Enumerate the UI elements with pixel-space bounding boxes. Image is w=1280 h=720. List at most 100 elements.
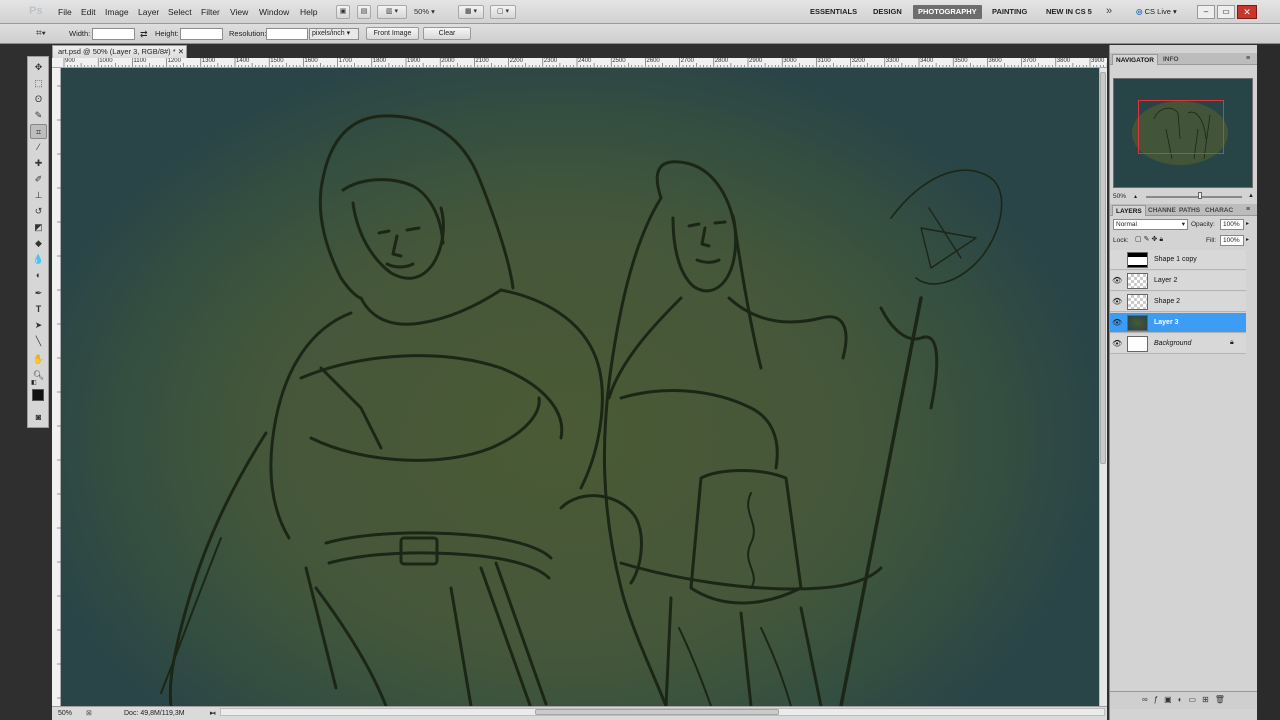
fill-dropdown-icon[interactable]: ▸ xyxy=(1246,235,1249,245)
document-canvas[interactable] xyxy=(61,68,1099,706)
document-tab-close-icon[interactable]: ✕ xyxy=(178,47,184,56)
width-input[interactable] xyxy=(92,28,135,40)
workspace-essentials[interactable]: ESSENTIALS xyxy=(805,5,862,19)
layer-name[interactable]: Shape 2 xyxy=(1154,297,1180,307)
navigator-view-box[interactable] xyxy=(1138,100,1224,154)
eraser-tool-icon[interactable]: ◩ xyxy=(30,220,47,235)
mini-bridge-icon[interactable]: ▤ xyxy=(357,5,371,19)
workspace-painting[interactable]: PAINTING xyxy=(987,5,1032,19)
tool-preset-crop-icon[interactable]: ⌗▾ xyxy=(36,27,58,41)
front-image-button[interactable]: Front Image xyxy=(366,27,419,40)
status-zoom[interactable]: 50% xyxy=(58,709,72,719)
default-colors-icon[interactable]: ◧ xyxy=(31,380,37,386)
clear-button[interactable]: Clear xyxy=(423,27,471,40)
workspace-new-in-cs5[interactable]: NEW IN CS 5 xyxy=(1041,5,1097,19)
foreground-color-swatch[interactable] xyxy=(32,389,44,401)
resolution-input[interactable] xyxy=(266,28,308,40)
tab-layers[interactable]: LAYERS xyxy=(1112,205,1146,216)
pen-tool-icon[interactable]: ✒ xyxy=(30,286,47,301)
maximize-button[interactable]: ▭ xyxy=(1217,5,1235,19)
healing-brush-tool-icon[interactable]: ✚ xyxy=(30,156,47,171)
menu-filter[interactable]: Filter xyxy=(201,6,220,18)
navigator-zoom-in-icon[interactable]: ▲ xyxy=(1248,193,1255,200)
history-brush-tool-icon[interactable]: ↺ xyxy=(30,204,47,219)
brush-tool-icon[interactable]: ✐ xyxy=(30,172,47,187)
ruler-label: 1400 xyxy=(236,58,250,64)
quick-mask-icon[interactable]: ◙ xyxy=(30,410,47,425)
dodge-tool-icon[interactable]: ◐ xyxy=(30,268,47,283)
menu-edit[interactable]: Edit xyxy=(81,6,96,18)
fill-input[interactable]: 100% xyxy=(1220,235,1244,246)
tab-channels[interactable]: CHANNE xyxy=(1145,205,1179,216)
height-input[interactable] xyxy=(180,28,223,40)
swap-dimensions-icon[interactable]: ⇄ xyxy=(140,28,148,40)
layer-name[interactable]: Background xyxy=(1154,339,1191,349)
zoom-level-dropdown[interactable]: 50% ▾ xyxy=(414,6,452,18)
layer-name[interactable]: Shape 1 copy xyxy=(1154,255,1197,265)
eyedropper-tool-icon[interactable]: ⁄ xyxy=(30,140,47,155)
tab-info[interactable]: INFO xyxy=(1160,54,1182,65)
cs-live-button[interactable]: ◎ CS Live ▾ xyxy=(1136,5,1188,19)
opacity-input[interactable]: 100% xyxy=(1220,219,1244,230)
lock-icons[interactable]: ▢✎✥🔒︎ xyxy=(1135,235,1165,245)
navigator-zoom-out-icon[interactable]: ▴ xyxy=(1134,194,1140,200)
close-button[interactable]: ✕ xyxy=(1237,5,1257,19)
marquee-tool-icon[interactable]: ⬚ xyxy=(30,76,47,91)
workspace-more-icon[interactable]: » xyxy=(1106,5,1112,17)
quick-selection-tool-icon[interactable]: ✎ xyxy=(30,108,47,123)
menu-view[interactable]: View xyxy=(230,6,248,18)
menu-layer[interactable]: Layer xyxy=(138,6,159,18)
screen-mode-dropdown[interactable]: ▢ ▾ xyxy=(490,5,516,19)
menu-help[interactable]: Help xyxy=(300,6,317,18)
bridge-icon[interactable]: ▣ xyxy=(336,5,350,19)
move-tool-icon[interactable]: ✥ xyxy=(30,60,47,75)
resolution-label: Resolution: xyxy=(229,29,267,38)
layer-row-background[interactable]: 👁︎ Background 🔒︎ xyxy=(1110,334,1246,354)
eye-icon[interactable]: 👁︎ xyxy=(1112,296,1122,307)
minimize-button[interactable]: – xyxy=(1197,5,1215,19)
menu-window[interactable]: Window xyxy=(259,6,289,18)
eye-icon[interactable]: 👁︎ xyxy=(1112,338,1122,349)
navigator-panel-menu-icon[interactable]: ≡ xyxy=(1246,54,1250,64)
eye-icon[interactable]: 👁︎ xyxy=(1112,275,1122,286)
blend-mode-select[interactable]: Normal ▾ xyxy=(1113,219,1188,230)
menu-file[interactable]: File xyxy=(58,6,72,18)
type-tool-icon[interactable]: T xyxy=(30,302,47,317)
opacity-dropdown-icon[interactable]: ▸ xyxy=(1246,219,1249,229)
layer-row-layer-3[interactable]: 👁︎ Layer 3 xyxy=(1110,313,1246,333)
blur-tool-icon[interactable]: 💧 xyxy=(30,252,47,267)
layer-row-shape-1-copy[interactable]: Shape 1 copy xyxy=(1110,250,1246,270)
extras-dropdown[interactable]: ▥ ▾ xyxy=(377,5,407,19)
navigator-zoom-slider[interactable] xyxy=(1146,196,1242,198)
tab-paths[interactable]: PATHS xyxy=(1176,205,1203,216)
navigator-zoom[interactable]: 50% xyxy=(1113,193,1126,201)
menu-select[interactable]: Select xyxy=(168,6,192,18)
tab-navigator[interactable]: NAVIGATOR xyxy=(1112,54,1158,65)
horizontal-scroll-thumb[interactable] xyxy=(535,709,779,715)
layer-name[interactable]: Layer 2 xyxy=(1154,276,1177,286)
navigator-zoom-slider-handle[interactable] xyxy=(1198,192,1202,199)
clone-stamp-tool-icon[interactable]: ⊥ xyxy=(30,188,47,203)
layer-row-layer-2[interactable]: 👁︎ Layer 2 xyxy=(1110,271,1246,291)
hand-tool-icon[interactable]: ✋ xyxy=(30,352,47,367)
workspace-photography[interactable]: PHOTOGRAPHY xyxy=(913,5,982,19)
workspace-design[interactable]: DESIGN xyxy=(868,5,907,19)
tab-character[interactable]: CHARAC xyxy=(1202,205,1236,216)
layer-name[interactable]: Layer 3 xyxy=(1154,318,1179,328)
resolution-units-select[interactable]: pixels/inch ▾ xyxy=(309,28,359,40)
arrange-documents-dropdown[interactable]: ▦ ▾ xyxy=(458,5,484,19)
shape-tool-icon[interactable]: ╲ xyxy=(30,334,47,349)
layers-footer-icons[interactable]: ∞ƒ▣◐▭⊞🗑︎ xyxy=(1142,695,1231,705)
paint-bucket-tool-icon[interactable]: ◆ xyxy=(30,236,47,251)
eye-icon[interactable]: 👁︎ xyxy=(1112,317,1122,328)
layer-visibility-off-icon[interactable] xyxy=(1112,254,1122,265)
path-selection-tool-icon[interactable]: ➤ xyxy=(30,318,47,333)
menu-image[interactable]: Image xyxy=(105,6,129,18)
layer-row-shape-2[interactable]: 👁︎ Shape 2 xyxy=(1110,292,1246,312)
crop-tool-icon[interactable]: ⌗ xyxy=(30,124,47,139)
document-tab[interactable]: art.psd @ 50% (Layer 3, RGB/8#) * ✕ xyxy=(52,45,187,58)
status-info-icon[interactable]: ⊠ xyxy=(86,709,96,718)
vertical-scroll-thumb[interactable] xyxy=(1100,72,1106,464)
lasso-tool-icon[interactable]: ʘ xyxy=(30,92,47,107)
layers-panel-menu-icon[interactable]: ≡ xyxy=(1246,205,1250,215)
